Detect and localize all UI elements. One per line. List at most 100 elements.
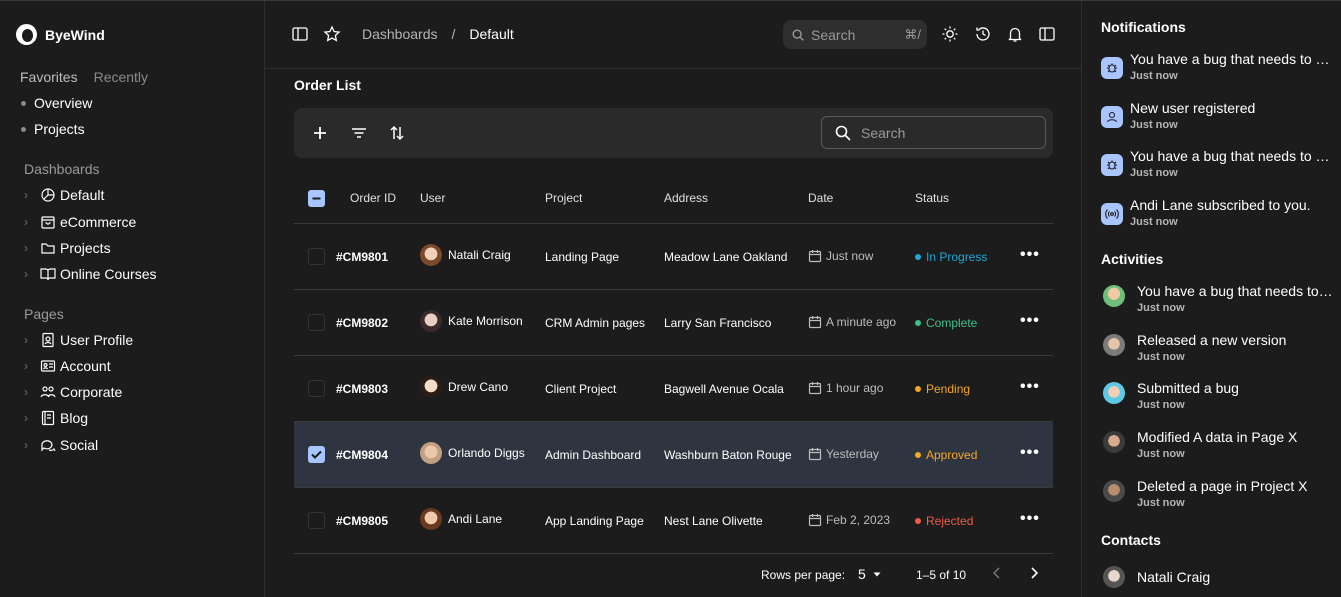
- column-header-status[interactable]: Status: [915, 191, 949, 205]
- history-icon[interactable]: [974, 25, 992, 43]
- app-frame: ByeWind Favorites Recently Overview Proj…: [0, 0, 1341, 597]
- column-header-order-id[interactable]: Order ID: [350, 191, 396, 205]
- avatar: [1103, 566, 1125, 588]
- right-panel: Notifications You have a bug that needs …: [1081, 1, 1341, 597]
- sidebar-item-default[interactable]: › Default: [24, 185, 104, 205]
- table-header: Order ID User Project Address Date Statu…: [294, 174, 1053, 224]
- notification-time: Just now: [1130, 119, 1178, 131]
- breadcrumb-default[interactable]: Default: [469, 26, 513, 42]
- row-checkbox[interactable]: [308, 314, 325, 331]
- calendar-icon: [808, 250, 822, 263]
- activity-item[interactable]: Modified A data in Page X Just now: [1101, 429, 1336, 465]
- more-actions-icon[interactable]: •••: [1020, 378, 1040, 396]
- activities-title: Activities: [1101, 251, 1164, 267]
- favorite-item-overview[interactable]: Overview: [21, 95, 92, 111]
- chevron-right-icon: ›: [24, 385, 28, 399]
- row-checkbox[interactable]: [308, 248, 325, 265]
- sidebar-item-account[interactable]: › Account: [24, 356, 111, 376]
- table-row[interactable]: #CM9804 Orlando Diggs Admin Dashboard Washb…: [294, 422, 1053, 488]
- column-header-user[interactable]: User: [420, 191, 445, 205]
- table-row[interactable]: #CM9803 Drew Cano Client Project Bagwell Av…: [294, 356, 1053, 422]
- notification-item[interactable]: You have a bug that needs to be fixed. J…: [1101, 51, 1336, 87]
- row-checkbox[interactable]: [308, 512, 325, 529]
- table-row[interactable]: #CM9801 Natali Craig Landing Page Meadow La…: [294, 224, 1053, 290]
- rows-per-page-select[interactable]: 5: [858, 566, 882, 582]
- caret-down-icon: [873, 572, 881, 577]
- tab-recently[interactable]: Recently: [94, 69, 148, 85]
- activity-item[interactable]: Submitted a bug Just now: [1101, 380, 1336, 416]
- sidebar-item-label: eCommerce: [60, 214, 137, 230]
- activity-time: Just now: [1137, 497, 1185, 509]
- filter-icon[interactable]: [349, 123, 369, 143]
- notification-item[interactable]: You have a bug that needs to be fixed. J…: [1101, 148, 1336, 184]
- avatar: [420, 508, 442, 530]
- notification-text: Andi Lane subscribed to you.: [1130, 197, 1311, 213]
- row-checkbox[interactable]: [308, 380, 325, 397]
- order-search-input[interactable]: Search: [821, 116, 1046, 149]
- status-dot-icon: [915, 254, 921, 260]
- date-cell: Yesterday: [808, 447, 879, 461]
- users-icon: [40, 386, 56, 398]
- activity-text: Deleted a page in Project X: [1137, 478, 1308, 494]
- chevron-right-icon[interactable]: [1026, 565, 1042, 581]
- brand[interactable]: ByeWind: [16, 24, 105, 45]
- status-dot-icon: [915, 320, 921, 326]
- sort-icon[interactable]: [387, 123, 407, 143]
- table-row[interactable]: #CM9802 Kate Morrison CRM Admin pages Larry…: [294, 290, 1053, 356]
- more-actions-icon[interactable]: •••: [1020, 312, 1040, 330]
- shopping-bag-icon: [41, 216, 55, 229]
- activity-item[interactable]: Released a new version Just now: [1101, 332, 1336, 368]
- add-icon[interactable]: [310, 123, 330, 143]
- more-actions-icon[interactable]: •••: [1020, 246, 1040, 264]
- panel-toggle-icon[interactable]: [1038, 25, 1056, 43]
- sidebar-item-ecommerce[interactable]: › eCommerce: [24, 212, 136, 232]
- breadcrumb-separator: /: [451, 26, 456, 42]
- column-header-project[interactable]: Project: [545, 191, 582, 205]
- favorite-item-projects[interactable]: Projects: [21, 121, 85, 137]
- notification-item[interactable]: Andi Lane subscribed to you. Just now: [1101, 197, 1336, 233]
- sidebar-item-label: User Profile: [60, 332, 134, 348]
- sidebar-item-user-profile[interactable]: › User Profile: [24, 330, 133, 350]
- bell-icon[interactable]: [1006, 25, 1024, 43]
- contact-name: Natali Craig: [1137, 569, 1211, 585]
- avatar: [1103, 480, 1125, 502]
- bug-icon: [1101, 57, 1123, 79]
- sidebar-item-social[interactable]: › Social: [24, 435, 98, 455]
- sidebar-item-label: Blog: [60, 410, 89, 426]
- status-badge: Rejected: [915, 514, 973, 528]
- user-name: Drew Cano: [448, 380, 509, 394]
- top-search-input[interactable]: Search ⌘/: [783, 20, 927, 49]
- status-badge: In Progress: [915, 250, 987, 264]
- row-checkbox[interactable]: [308, 446, 325, 463]
- column-header-address[interactable]: Address: [664, 191, 708, 205]
- sun-icon[interactable]: [941, 25, 959, 43]
- notification-item[interactable]: New user registered Just now: [1101, 100, 1336, 136]
- activity-item[interactable]: You have a bug that needs to be fixed. J…: [1101, 283, 1336, 319]
- status-dot-icon: [915, 518, 921, 524]
- column-header-date[interactable]: Date: [808, 191, 833, 205]
- avatar: [420, 310, 442, 332]
- sidebar-item-label: Corporate: [60, 384, 123, 400]
- more-actions-icon[interactable]: •••: [1020, 444, 1040, 462]
- avatar: [1103, 334, 1125, 356]
- tab-favorites[interactable]: Favorites: [20, 69, 78, 85]
- table-row[interactable]: #CM9805 Andi Lane App Landing Page Nest Lan…: [294, 488, 1053, 554]
- sidebar-item-corporate[interactable]: › Corporate: [24, 382, 122, 402]
- folder-icon: [41, 243, 55, 254]
- address: Bagwell Avenue Ocala: [664, 382, 784, 396]
- sidebar-item-online-courses[interactable]: › Online Courses: [24, 264, 157, 284]
- star-icon[interactable]: [323, 25, 341, 43]
- pagination-range: 1–5 of 10: [916, 568, 967, 582]
- sidebar-item-blog[interactable]: › Blog: [24, 408, 88, 428]
- sidebar-toggle-icon[interactable]: [291, 25, 309, 43]
- breadcrumb-dashboards[interactable]: Dashboards: [362, 26, 438, 42]
- activity-item[interactable]: Deleted a page in Project X Just now: [1101, 478, 1336, 514]
- contact-item[interactable]: Natali Craig: [1101, 566, 1336, 591]
- rows-per-page-label: Rows per page:: [761, 568, 846, 582]
- more-actions-icon[interactable]: •••: [1020, 510, 1040, 528]
- select-all-checkbox[interactable]: [308, 190, 325, 207]
- chevron-left-icon[interactable]: [989, 565, 1005, 581]
- search-icon: [792, 28, 804, 41]
- brand-logo-icon: [16, 24, 37, 45]
- sidebar-item-projects[interactable]: › Projects: [24, 238, 111, 258]
